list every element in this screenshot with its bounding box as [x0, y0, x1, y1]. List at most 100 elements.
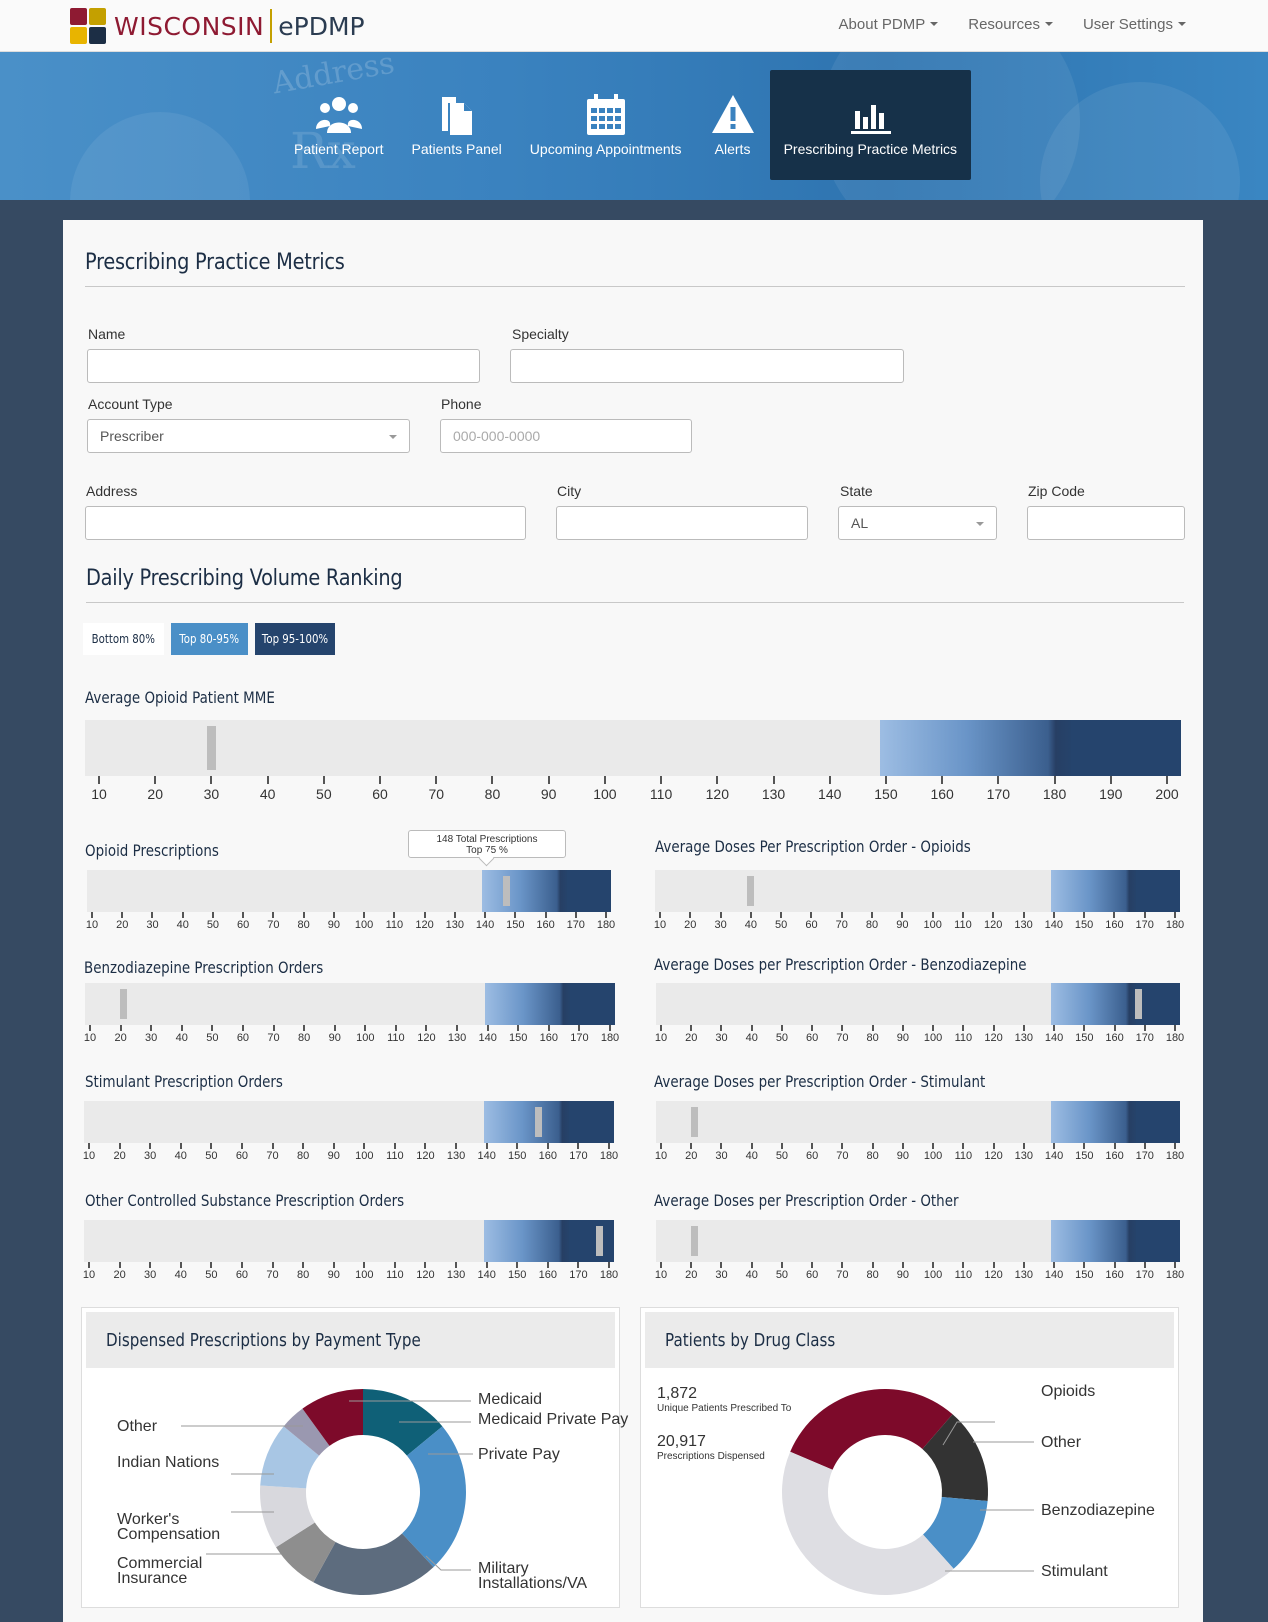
phone-input[interactable] [440, 419, 692, 453]
gauge-tick-label: 170 [570, 1032, 589, 1044]
hero-banner: Address Rx Patient Report Patients Panel [0, 52, 1268, 200]
tab-patient-report[interactable]: Patient Report [280, 70, 398, 180]
gauge-tick [455, 1143, 458, 1149]
gauge-tick [333, 1025, 336, 1031]
zip-code-label: Zip Code [1028, 483, 1085, 499]
gauge-tick [240, 1262, 243, 1268]
gauge-avg-doses-opioids: 10 20 30 40 50 60 70 80 90 100 110 120 130 140 150 160 1… [654, 870, 1184, 931]
gauge-tick-label: 190 [1099, 786, 1123, 802]
gauge-tick [118, 1262, 121, 1268]
gauge-tick [1083, 1025, 1086, 1031]
gauge-tick-label: 110 [954, 1269, 973, 1281]
city-input[interactable] [556, 506, 808, 540]
gauge-value-marker [1135, 989, 1143, 1019]
gauge-value-marker [120, 989, 128, 1019]
gauge-tick-label: 140 [1044, 919, 1063, 931]
gauge-tick-label: 60 [372, 786, 388, 802]
gauge-tick [393, 912, 396, 918]
gauge-tick [180, 1025, 183, 1031]
tab-upcoming-appointments-label: Upcoming Appointments [529, 141, 682, 157]
city-label: City [557, 483, 582, 499]
gauge-tick-label: 140 [1044, 1032, 1064, 1044]
gauge-tick [577, 1262, 580, 1268]
brand-logo[interactable]: WISCONSIN ePDMP [70, 7, 365, 45]
specialty-input[interactable] [510, 349, 904, 383]
gauge-tick-label: 70 [428, 786, 445, 802]
pie1-label-military: Military Installations/VA [478, 1560, 588, 1592]
gauge-tick-label: 10 [82, 1269, 96, 1281]
gauge-tick-label: 70 [836, 1150, 849, 1162]
gauge-tick [1022, 1143, 1025, 1149]
metric-label-5: Average Doses per Prescription Order - S… [654, 1072, 986, 1091]
gauge-tick-label: 20 [684, 919, 697, 931]
gauge-tick [690, 1025, 693, 1031]
gauge-tick-label: 180 [1042, 786, 1067, 802]
nav-about-pdmp[interactable]: About PDMP [839, 16, 939, 33]
wisconsin-logo-icon [70, 8, 106, 44]
gauge-top-80-95-band [1051, 1220, 1136, 1262]
gauge-tick [1022, 912, 1025, 918]
tab-alerts[interactable]: Alerts [696, 70, 770, 180]
zip-code-input[interactable] [1027, 506, 1185, 540]
gauge-tick-label: 70 [267, 1032, 280, 1044]
address-input[interactable] [85, 506, 526, 540]
state-select[interactable]: AL [838, 506, 997, 540]
gauge-tick [1053, 1025, 1056, 1031]
name-input[interactable] [87, 349, 480, 383]
gauge-tick-label: 40 [176, 919, 189, 931]
metric-label-1: Average Doses Per Prescription Order - O… [655, 837, 971, 856]
gauge-tick [608, 1262, 610, 1268]
gauge-tick-label: 120 [417, 1032, 436, 1044]
nav-resources[interactable]: Resources [968, 16, 1053, 33]
metric-label-3: Average Doses per Prescription Order - B… [654, 955, 1027, 974]
metric-label-opioid-mme: Average Opioid Patient MME [85, 688, 275, 707]
gauge-tick [901, 1025, 904, 1031]
gauge-tick-label: 140 [475, 919, 495, 931]
gauge-tick-label: 70 [266, 1150, 279, 1162]
gauge-tick-label: 150 [1075, 1269, 1094, 1281]
caret-down-icon [930, 22, 939, 26]
tooltip-line1: 148 Total Prescriptions [436, 834, 538, 845]
gauge-tick-label: 150 [1075, 1032, 1094, 1044]
gauge-top-80-95-band [1050, 870, 1136, 912]
gauge-tick-label: 180 [596, 919, 616, 931]
gauge-tick [302, 1143, 305, 1149]
top-navbar: WISCONSIN ePDMP About PDMP Resources Use… [0, 0, 1268, 52]
nav-user-settings[interactable]: User Settings [1083, 16, 1186, 33]
gauge-tick [932, 1262, 935, 1268]
gauge-tick [720, 1143, 723, 1149]
gauge-tick [992, 912, 995, 918]
gauge-value-marker [535, 1107, 543, 1137]
gauge-tick-label: 170 [1135, 1269, 1154, 1281]
gauge-tick-label: 60 [235, 1150, 249, 1162]
gauge-tick-label: 40 [745, 1150, 758, 1162]
gauge-tick-label: 50 [205, 1269, 218, 1281]
gauge-tick [780, 912, 783, 918]
gauge-tick [118, 1143, 121, 1149]
gauge-tick-label: 50 [206, 1032, 219, 1044]
brand-divider [270, 9, 273, 43]
gauge-top-95-100-band [1071, 720, 1181, 776]
tab-patients-panel[interactable]: Patients Panel [398, 70, 516, 180]
gauge-tick [240, 1143, 243, 1149]
tab-upcoming-appointments[interactable]: Upcoming Appointments [516, 70, 696, 180]
gauge-tick-label: 40 [174, 1269, 187, 1281]
gauge-tick-label: 160 [538, 1269, 557, 1281]
gauge-tick-label: 30 [144, 1150, 157, 1162]
gauge-tick-label: 120 [705, 786, 729, 802]
gauge-tick-label: 120 [416, 1150, 435, 1162]
ranking-title: Daily Prescribing Volume Ranking [86, 566, 403, 591]
gauge-tick-label: 80 [296, 1269, 310, 1281]
gauge-tick-label: 90 [896, 919, 909, 931]
gauge-tick [516, 1262, 519, 1268]
gauge-tick-label: 100 [923, 1150, 943, 1162]
gauge-tick-label: 180 [1165, 1269, 1185, 1281]
gauge-tick [720, 1262, 723, 1268]
gauge-tick-label: 170 [986, 786, 1011, 802]
gauge-tick [242, 912, 245, 918]
tab-prescribing-practice-metrics[interactable]: Prescribing Practice Metrics [769, 70, 972, 180]
account-type-select[interactable]: Prescriber [87, 419, 410, 453]
gauge-tick [485, 1143, 488, 1149]
gauge-tick [547, 1025, 550, 1031]
gauge-tick [609, 1025, 611, 1031]
